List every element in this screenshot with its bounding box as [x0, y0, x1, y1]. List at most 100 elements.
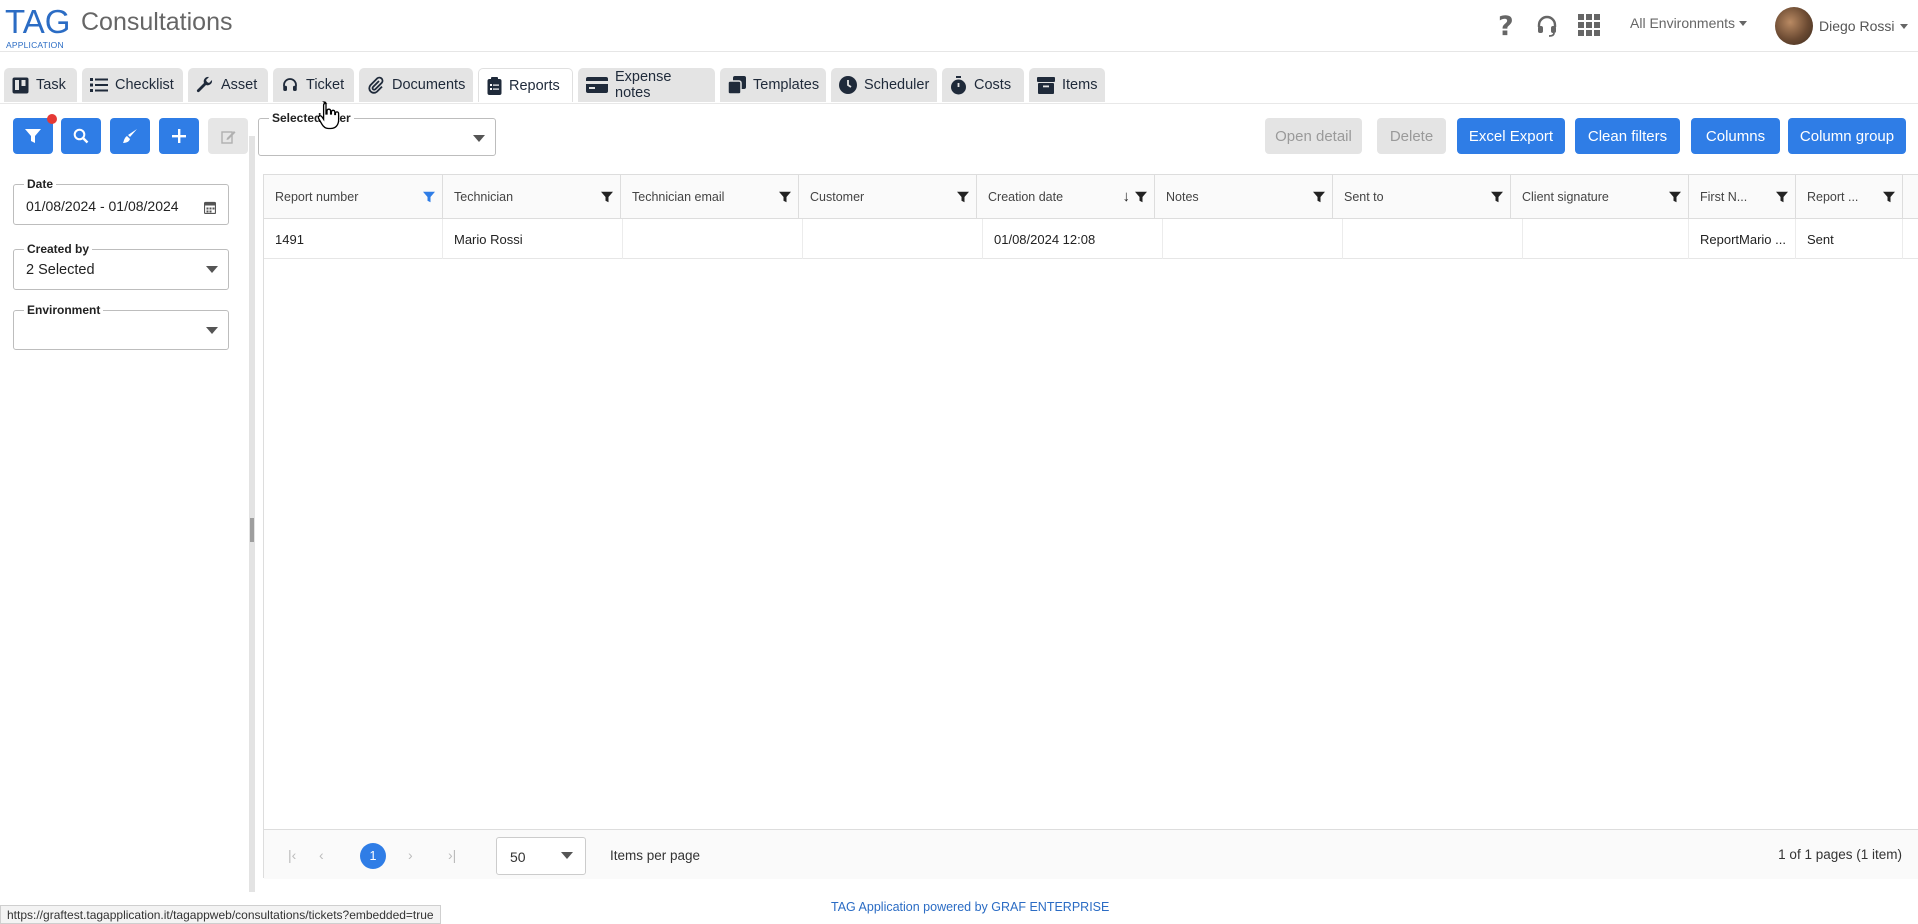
- previous-page-icon[interactable]: ‹: [319, 847, 324, 863]
- open-detail-button[interactable]: Open detail: [1265, 118, 1362, 154]
- grid-pager: |‹ ‹ 1 › ›| 50 Items per page 1 of 1 pag…: [264, 829, 1918, 879]
- last-page-icon[interactable]: ›|: [448, 847, 456, 863]
- column-header-sent-to[interactable]: Sent to: [1333, 175, 1511, 219]
- grid-header: Report number Technician Technician emai…: [264, 175, 1918, 219]
- tab-label: Templates: [753, 77, 820, 93]
- calendar-icon[interactable]: [204, 201, 216, 214]
- splitter-handle[interactable]: [250, 518, 254, 542]
- tab-costs[interactable]: Costs: [942, 68, 1024, 102]
- logo-subtext: APPLICATION: [6, 40, 64, 50]
- clear-brush-button[interactable]: [110, 118, 150, 154]
- sort-descending-icon[interactable]: ↓: [1123, 188, 1131, 205]
- first-page-icon[interactable]: |‹: [288, 847, 296, 863]
- columns-button[interactable]: Columns: [1691, 118, 1780, 154]
- excel-export-button[interactable]: Excel Export: [1457, 118, 1565, 154]
- filter-toggle-button[interactable]: [13, 118, 53, 154]
- column-group-button[interactable]: Column group: [1788, 118, 1906, 154]
- kanban-icon: [12, 77, 29, 93]
- column-header-technician-email[interactable]: Technician email: [621, 175, 799, 219]
- tab-templates[interactable]: Templates: [720, 68, 826, 102]
- column-header-technician[interactable]: Technician: [443, 175, 621, 219]
- brush-icon: [123, 129, 137, 143]
- top-header: TAG APPLICATION Consultations ? All Envi…: [0, 0, 1918, 52]
- cell-client-signature: [1523, 219, 1689, 259]
- column-header-creation-date[interactable]: Creation date ↓: [977, 175, 1155, 219]
- tab-scheduler[interactable]: Scheduler: [831, 68, 937, 102]
- paperclip-icon: [368, 76, 384, 94]
- apps-grid-icon[interactable]: [1574, 10, 1604, 40]
- column-header-notes[interactable]: Notes: [1155, 175, 1333, 219]
- filter-icon[interactable]: [1135, 191, 1147, 203]
- filter-icon[interactable]: [423, 191, 435, 203]
- clean-filters-button[interactable]: Clean filters: [1575, 118, 1680, 154]
- filter-icon[interactable]: [1883, 191, 1895, 203]
- tab-ticket[interactable]: Ticket: [273, 68, 354, 102]
- environment-dropdown[interactable]: Environment: [13, 303, 229, 350]
- help-icon[interactable]: ?: [1491, 10, 1521, 40]
- chevron-down-icon: [473, 135, 485, 142]
- environment-label: All Environments: [1630, 15, 1736, 31]
- next-page-icon[interactable]: ›: [408, 847, 413, 863]
- cell-first-name: ReportMario ...: [1689, 219, 1796, 259]
- tab-label: Expense notes: [615, 69, 672, 101]
- tab-label: Ticket: [306, 77, 345, 93]
- filter-icon[interactable]: [1776, 191, 1788, 203]
- tab-task[interactable]: Task: [4, 68, 77, 102]
- cell-technician-email: [623, 219, 803, 259]
- table-row[interactable]: 1491 Mario Rossi 01/08/2024 12:08 Report…: [264, 219, 1918, 259]
- tab-reports[interactable]: Reports: [478, 68, 573, 102]
- active-filter-badge: [47, 114, 57, 124]
- created-by-label: Created by: [24, 242, 93, 256]
- tab-documents[interactable]: Documents: [359, 68, 473, 102]
- column-title: Notes: [1166, 190, 1199, 204]
- cell-notes: [1163, 219, 1343, 259]
- created-by-dropdown[interactable]: Created by 2 Selected: [13, 242, 229, 290]
- panel-splitter[interactable]: [249, 136, 255, 892]
- date-filter-field[interactable]: Date 01/08/2024 - 01/08/2024: [13, 177, 229, 225]
- footer-powered-by[interactable]: TAG Application powered by GRAF ENTERPRI…: [831, 900, 1109, 914]
- headset-icon[interactable]: [1532, 10, 1562, 40]
- environment-selector[interactable]: All Environments: [1630, 15, 1748, 31]
- filter-icon[interactable]: [957, 191, 969, 203]
- list-icon: [90, 78, 108, 92]
- tab-asset[interactable]: Asset: [188, 68, 268, 102]
- filter-icon[interactable]: [601, 191, 613, 203]
- column-header-first-name[interactable]: First N...: [1689, 175, 1796, 219]
- add-button[interactable]: [159, 118, 199, 154]
- search-button[interactable]: [61, 118, 101, 154]
- column-title: Client signature: [1522, 190, 1609, 204]
- app-root: TAG APPLICATION Consultations ? All Envi…: [0, 0, 1918, 924]
- page-size-dropdown[interactable]: 50: [496, 837, 586, 875]
- tab-label: Items: [1062, 77, 1098, 93]
- clipboard-icon: [487, 76, 502, 95]
- page-size-value: 50: [510, 849, 526, 865]
- page-title: Consultations: [81, 8, 233, 36]
- filter-icon[interactable]: [1313, 191, 1325, 203]
- box-icon: [1037, 76, 1055, 94]
- delete-button[interactable]: Delete: [1377, 118, 1446, 154]
- column-header-report-number[interactable]: Report number: [264, 175, 443, 219]
- tab-checklist[interactable]: Checklist: [82, 68, 183, 102]
- column-title: Report number: [275, 190, 359, 204]
- column-title: Technician: [454, 190, 514, 204]
- filter-icon[interactable]: [1491, 191, 1503, 203]
- column-header-client-signature[interactable]: Client signature: [1511, 175, 1689, 219]
- current-page-button[interactable]: 1: [360, 843, 386, 869]
- user-menu[interactable]: Diego Rossi: [1775, 7, 1909, 45]
- stopwatch-icon: [951, 75, 966, 94]
- filter-icon[interactable]: [1669, 191, 1681, 203]
- column-title: Report ...: [1807, 190, 1859, 204]
- tab-expense-notes[interactable]: Expense notes: [578, 68, 715, 102]
- reports-grid: Report number Technician Technician emai…: [263, 174, 1918, 879]
- avatar: [1775, 7, 1813, 45]
- tab-label: Task: [36, 77, 66, 93]
- tab-items[interactable]: Items: [1029, 68, 1105, 102]
- app-logo[interactable]: TAG APPLICATION: [5, 5, 70, 51]
- selected-filter-dropdown[interactable]: Selected filter: [258, 111, 496, 156]
- edit-button[interactable]: [208, 118, 248, 154]
- user-name: Diego Rossi: [1819, 18, 1895, 34]
- column-header-report-status[interactable]: Report ...: [1796, 175, 1903, 219]
- column-header-customer[interactable]: Customer: [799, 175, 977, 219]
- tab-label: Checklist: [115, 77, 174, 93]
- filter-icon[interactable]: [779, 191, 791, 203]
